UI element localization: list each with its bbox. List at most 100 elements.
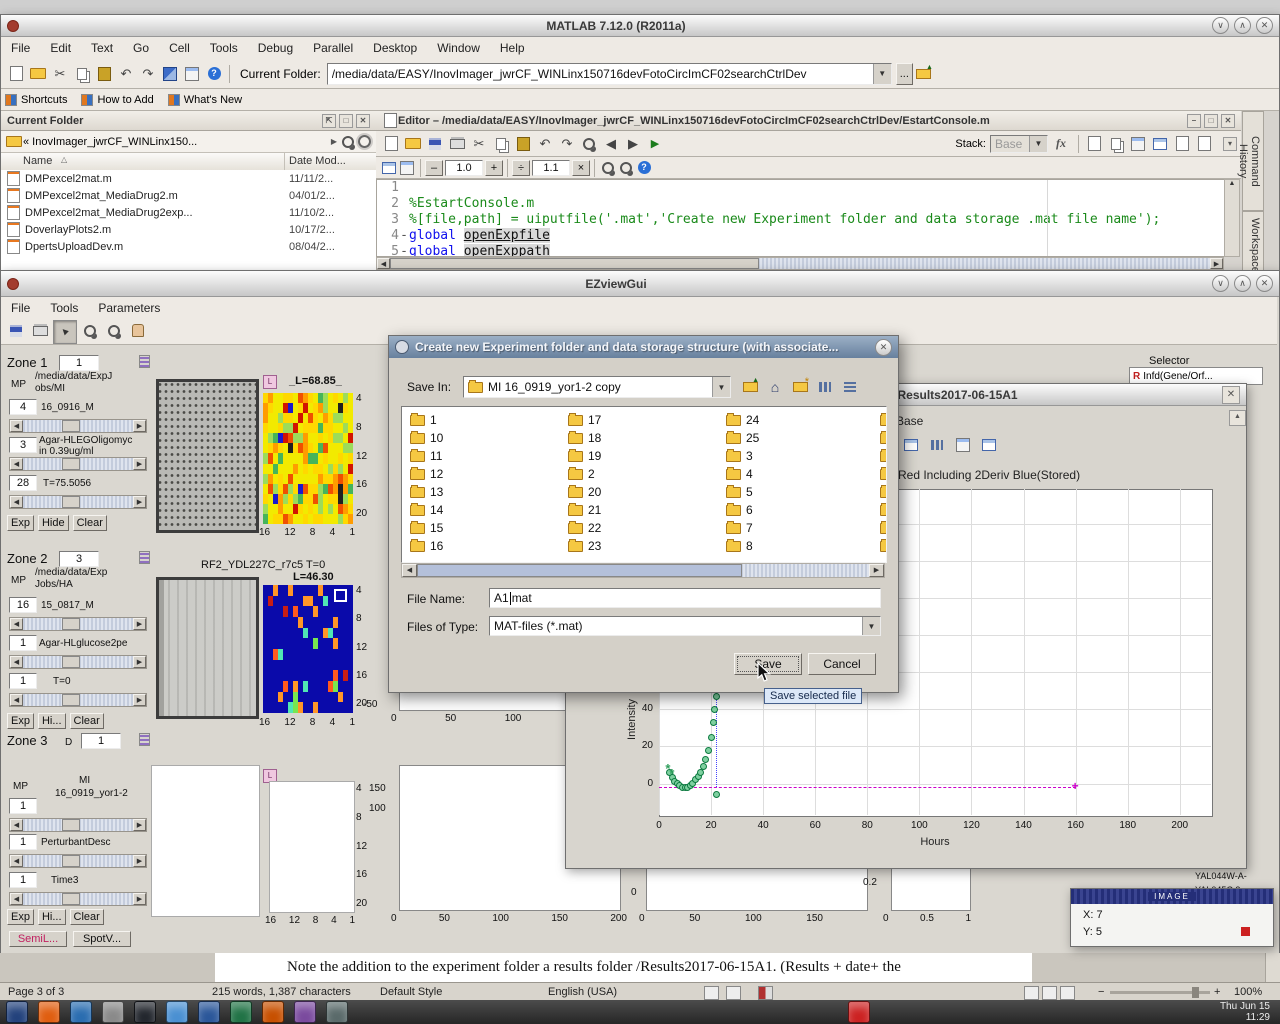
email-icon[interactable]	[70, 1001, 92, 1023]
save-icon[interactable]	[5, 320, 27, 342]
folder-item[interactable]	[880, 465, 887, 483]
info-icon[interactable]	[635, 159, 653, 177]
maximize-icon[interactable]: ∧	[1234, 17, 1251, 34]
find-icon[interactable]	[578, 133, 600, 155]
zone1-row1-field[interactable]: 4	[9, 399, 37, 415]
language-selector[interactable]: English (USA)	[548, 986, 617, 998]
zone1-slider-2[interactable]: ◀▶	[9, 457, 147, 471]
fx-icon[interactable]: fx	[1056, 136, 1066, 151]
open-icon[interactable]	[402, 133, 424, 155]
copy-icon[interactable]	[490, 133, 512, 155]
back-icon[interactable]: ◀	[600, 133, 622, 155]
plot-zone3-right[interactable]	[269, 781, 355, 913]
arrow-left-icon[interactable]: ◀	[377, 258, 390, 269]
menu-item[interactable]: Tools	[200, 38, 248, 58]
chevron-down-icon[interactable]: ▼	[712, 377, 730, 397]
zone2-row3-field[interactable]: 1	[9, 673, 37, 689]
open-file-icon[interactable]	[27, 63, 49, 85]
settings-icon[interactable]	[326, 1001, 348, 1023]
minimize-icon[interactable]: –	[1187, 114, 1201, 128]
folder-item[interactable]: 11	[410, 447, 443, 465]
workspace-selector[interactable]: Base	[896, 414, 923, 428]
text-editor-icon[interactable]	[166, 1001, 188, 1023]
folder-item[interactable]	[880, 429, 887, 447]
minimize-icon[interactable]: ∨	[1212, 275, 1229, 292]
arrow-right-icon[interactable]: ▶	[1210, 258, 1223, 269]
pane-layout-icon[interactable]: ▾	[1223, 137, 1237, 151]
insert-mode-icon[interactable]	[704, 986, 719, 1000]
ezview-titlebar[interactable]: EZviewGui ∨ ∧ ✕	[1, 271, 1279, 297]
folder-item[interactable]: 5	[726, 483, 759, 501]
app-menu-icon[interactable]	[6, 1001, 28, 1023]
menu-item[interactable]: Help	[490, 38, 535, 58]
panel-icon[interactable]	[952, 434, 974, 456]
document-modified-icon[interactable]	[758, 986, 773, 1000]
zone3-button[interactable]: Clear	[70, 909, 104, 925]
legend-item-1[interactable]: YAL044W-A-	[1195, 871, 1247, 881]
run-icon[interactable]	[644, 133, 666, 155]
folder-item[interactable]: 20	[568, 483, 601, 501]
scroll-up-icon[interactable]: ▲	[1229, 410, 1246, 426]
analyze-icon[interactable]	[617, 159, 635, 177]
document-scrollbar[interactable]	[1265, 953, 1280, 982]
zone2-button[interactable]: Clear	[70, 713, 104, 729]
arrow-right-icon[interactable]: ▶	[133, 656, 146, 668]
folder-item[interactable]: 3	[726, 447, 759, 465]
dialog-titlebar[interactable]: Create new Experiment folder and data st…	[389, 336, 898, 358]
menu-item[interactable]: Desktop	[363, 38, 427, 58]
menu-item[interactable]: Text	[81, 38, 123, 58]
arrow-right-icon[interactable]: ▶	[133, 819, 146, 831]
cell-value-field[interactable]: 1.0	[445, 160, 483, 176]
arrow-left-icon[interactable]: ◀	[10, 496, 23, 508]
menu-item[interactable]: Edit	[40, 38, 81, 58]
zone3-slider-3[interactable]: ◀▶	[9, 892, 147, 906]
file-row[interactable]: DMPexcel2mat.m 11/11/2...	[1, 170, 376, 187]
folder-item[interactable]: 1	[410, 411, 443, 429]
close-icon[interactable]: ✕	[1222, 386, 1240, 404]
breakpoint-dash[interactable]	[399, 212, 409, 228]
panel-handle-icon[interactable]	[139, 551, 150, 564]
file-row[interactable]: DoverlayPlots2.m 10/17/2...	[1, 221, 376, 238]
arrow-left-icon[interactable]: ◀	[10, 618, 23, 630]
zoom-in-icon[interactable]	[79, 320, 101, 342]
cell-divider-icon[interactable]	[398, 159, 416, 177]
folder-item[interactable]	[880, 501, 887, 519]
recorder-icon[interactable]	[848, 1001, 870, 1023]
arrow-right-icon[interactable]: ▶	[133, 618, 146, 630]
menu-item[interactable]: Go	[123, 38, 159, 58]
dock-icon[interactable]: ⇱	[322, 114, 336, 128]
zoom-in-button[interactable]: +	[1214, 986, 1220, 998]
chevron-down-icon[interactable]: ▼	[873, 64, 891, 84]
zoom-slider-thumb[interactable]	[1192, 987, 1199, 998]
arrow-right-icon[interactable]: ▶	[133, 694, 146, 706]
zone2-count-field[interactable]: 3	[59, 551, 99, 567]
file-manager-icon[interactable]	[102, 1001, 124, 1023]
menu-item[interactable]: File	[1, 38, 40, 58]
window-menu-icon[interactable]	[7, 278, 19, 290]
zoom-percent[interactable]: 100%	[1234, 986, 1262, 998]
home-icon[interactable]	[764, 376, 786, 398]
code-line[interactable]: 2%EstartConsole.m	[377, 196, 1224, 212]
search-icon[interactable]	[340, 134, 356, 150]
zone3-slider-1[interactable]: ◀▶	[9, 818, 147, 832]
matlab-titlebar[interactable]: MATLAB 7.12.0 (R2011a) ∨ ∧ ✕	[1, 15, 1279, 37]
panel-handle-icon[interactable]	[139, 733, 150, 746]
shortcut-item[interactable]: How to Add	[97, 94, 153, 106]
folder-item[interactable]: 6	[726, 501, 759, 519]
folder-item[interactable]: 12	[410, 465, 443, 483]
folder-item[interactable]: 17	[568, 411, 601, 429]
new-folder-icon[interactable]	[789, 376, 811, 398]
menu-item[interactable]: Debug	[248, 38, 303, 58]
arrow-right-icon[interactable]: ▶	[133, 893, 146, 905]
menu-item[interactable]: Parameters	[88, 298, 170, 318]
up-folder-icon[interactable]	[739, 376, 761, 398]
tab-workspace[interactable]: Workspace	[1242, 211, 1264, 271]
arrow-left-icon[interactable]: ◀	[10, 893, 23, 905]
column-header-name[interactable]: Name	[23, 155, 52, 167]
zone3-row2-field[interactable]: 1	[9, 834, 37, 850]
grid-view-icon[interactable]	[814, 376, 836, 398]
files-of-type-combo[interactable]: MAT-files (*.mat) ▼	[489, 616, 881, 636]
folder-list[interactable]: 110111213141516 171819220212223 24253456…	[401, 406, 887, 563]
zone3-button[interactable]: Exp	[7, 909, 34, 925]
single-page-view-icon[interactable]	[1024, 986, 1039, 1000]
